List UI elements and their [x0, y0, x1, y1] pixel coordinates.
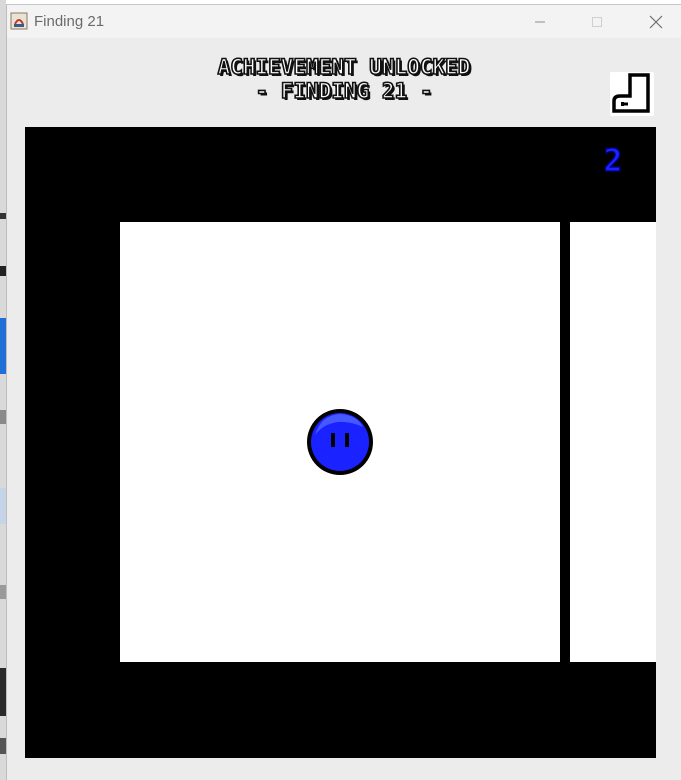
- window-title: Finding 21: [34, 13, 105, 30]
- boot-icon[interactable]: [609, 71, 655, 117]
- achievement-title: ACHIEVEMENT UNLOCKED: [217, 54, 471, 80]
- minimize-icon: [535, 21, 545, 22]
- blue-blob-icon: [307, 409, 373, 475]
- app-window: Finding 21 ACHIEVEMENT UNLOCKED - FINDIN…: [6, 4, 681, 780]
- achievement-subtitle: - FINDING 21 -: [255, 78, 434, 104]
- close-icon: [649, 15, 663, 28]
- maximize-button[interactable]: [574, 5, 620, 38]
- minimize-button[interactable]: [517, 5, 563, 38]
- title-bar[interactable]: Finding 21: [7, 5, 681, 38]
- close-button[interactable]: [633, 5, 679, 38]
- java-app-icon: [10, 12, 28, 30]
- adjacent-room-floor: [570, 222, 656, 662]
- level-counter: 2: [603, 142, 623, 179]
- achievement-header: ACHIEVEMENT UNLOCKED - FINDING 21 -: [7, 38, 681, 128]
- game-canvas[interactable]: 2: [25, 127, 656, 758]
- maximize-icon: [592, 16, 602, 27]
